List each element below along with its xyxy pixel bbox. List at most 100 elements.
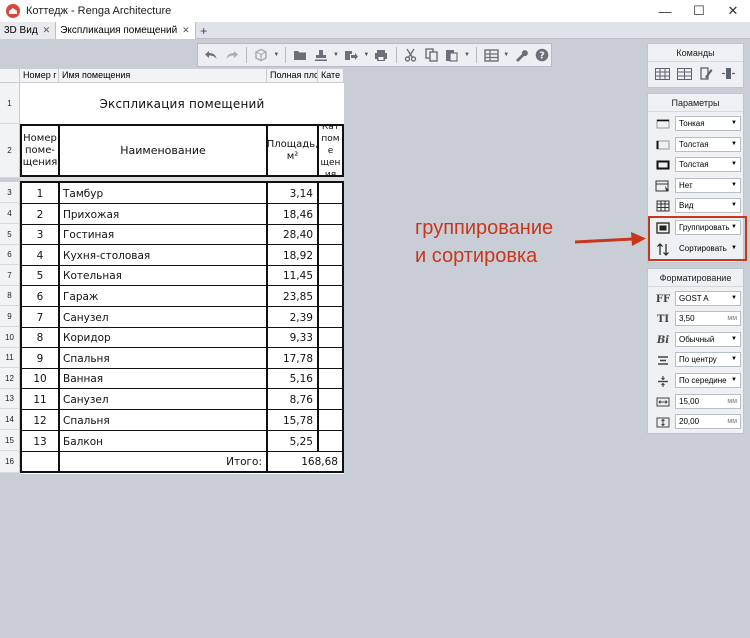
row-header[interactable]: 7 [0,265,20,286]
stamp-icon[interactable] [312,46,330,64]
chevron-down-icon[interactable]: ▼ [502,52,510,58]
cell-category[interactable] [319,225,342,245]
total-value[interactable]: 168,68 [268,452,342,472]
cell-name[interactable]: Балкон [60,431,266,452]
cell-category[interactable] [319,245,342,266]
cell-name[interactable]: Гостиная [60,225,266,245]
cell-name[interactable]: Санузел [60,389,266,410]
cell-name[interactable]: Гараж [60,286,266,307]
column-header[interactable]: Полная плс [267,69,318,83]
chevron-down-icon[interactable]: ▼ [272,52,280,58]
view-select[interactable]: Вид ▼ [675,198,741,213]
cell-number[interactable]: 3 [22,225,58,245]
column-header[interactable]: Кате [318,69,344,83]
row-header[interactable]: 5 [0,224,20,245]
cell-name[interactable]: Котельная [60,266,266,286]
cell-area[interactable]: 18,92 [268,245,317,266]
row-header[interactable]: 3 [0,182,20,203]
minimize-button[interactable]: — [648,0,682,22]
cell-area[interactable]: 15,78 [268,410,317,431]
edit-icon[interactable] [699,67,714,80]
table-icon[interactable] [482,46,500,64]
cell-number[interactable]: 7 [22,307,58,328]
header-cell-name[interactable]: Наименование [60,126,266,175]
cell-number[interactable]: 10 [22,369,58,389]
line-top-select[interactable]: Тонкая ▼ [675,116,741,131]
cell-category[interactable] [319,431,342,452]
help-icon[interactable]: ? [533,46,551,64]
cell-area[interactable]: 18,46 [268,204,317,225]
font-size-input[interactable]: 3,50 мм [675,311,741,326]
undo-icon[interactable] [202,46,220,64]
row-header[interactable]: 14 [0,409,20,430]
copy-icon[interactable] [422,46,440,64]
cell-area[interactable]: 23,85 [268,286,317,307]
row-header[interactable]: 15 [0,430,20,451]
row-header[interactable]: 12 [0,368,20,389]
header-cell-area[interactable]: Площадь, м² [268,126,317,175]
row-header[interactable]: 13 [0,389,20,409]
columns-icon[interactable] [677,67,692,80]
cell-category[interactable] [319,348,342,369]
cell-number[interactable]: 5 [22,266,58,286]
cell-category[interactable] [319,328,342,348]
cell-number[interactable]: 8 [22,328,58,348]
insert-table-icon[interactable] [655,67,670,80]
cell-name[interactable]: Коридор [60,328,266,348]
chevron-down-icon[interactable]: ▼ [463,52,471,58]
cell-name[interactable]: Кухня-столовая [60,245,266,266]
column-header[interactable]: Имя помещения [59,69,267,83]
cell-name[interactable]: Ванная [60,369,266,389]
cell-number[interactable]: 2 [22,204,58,225]
column-width-icon[interactable] [721,67,736,80]
row-header[interactable]: 6 [0,245,20,265]
cell-area[interactable]: 5,16 [268,369,317,389]
add-tab-button[interactable]: + [196,22,212,39]
cell-category[interactable] [319,286,342,307]
cut-icon[interactable] [402,46,420,64]
row-header[interactable]: 1 [0,83,20,124]
cell-number[interactable]: 13 [22,431,58,452]
tab-room-schedule[interactable]: Экспликация помещений ✕ [56,22,196,39]
redo-icon[interactable] [222,46,240,64]
cell-category[interactable] [319,266,342,286]
row-header[interactable]: 8 [0,286,20,306]
header-cell-category[interactable]: Кат поме щения [319,126,342,175]
cell-name[interactable]: Санузел [60,307,266,328]
cell-category[interactable] [319,369,342,389]
header-select[interactable]: Нет ▼ [675,178,741,193]
wrench-icon[interactable] [512,46,530,64]
cell-name[interactable]: Спальня [60,348,266,369]
row-header[interactable]: 10 [0,327,20,348]
cell-number[interactable]: 11 [22,389,58,410]
print-icon[interactable] [372,46,390,64]
cell-number[interactable]: 9 [22,348,58,369]
row-header[interactable]: 2 [0,124,20,178]
cell-name[interactable]: Спальня [60,410,266,431]
cell-area[interactable]: 3,14 [268,183,317,204]
cell-number[interactable]: 4 [22,245,58,266]
line-side-select[interactable]: Толстая ▼ [675,137,741,152]
cell-category[interactable] [319,389,342,410]
cell-category[interactable] [319,204,342,225]
cell-area[interactable]: 2,39 [268,307,317,328]
close-button[interactable]: ✕ [716,0,750,22]
cell-category[interactable] [319,307,342,328]
valign-select[interactable]: По середине ▼ [675,373,741,388]
tab-close-icon[interactable]: ✕ [43,25,51,36]
column-header[interactable]: Номер г [20,69,59,83]
row-header[interactable]: 16 [0,451,20,473]
cell-name[interactable]: Тамбур [60,183,266,204]
maximize-button[interactable]: ☐ [682,0,716,22]
cell-category[interactable] [319,410,342,431]
row-header[interactable]: 9 [0,306,20,327]
chevron-down-icon[interactable]: ▼ [332,52,340,58]
cell-area[interactable]: 11,45 [268,266,317,286]
cell-area[interactable]: 17,78 [268,348,317,369]
font-style-select[interactable]: Обычный ▼ [675,332,741,347]
row-header[interactable]: 11 [0,348,20,368]
cell-number[interactable]: 12 [22,410,58,431]
view-icon[interactable] [252,46,270,64]
cell-area[interactable]: 28,40 [268,225,317,245]
cell-number[interactable]: 6 [22,286,58,307]
